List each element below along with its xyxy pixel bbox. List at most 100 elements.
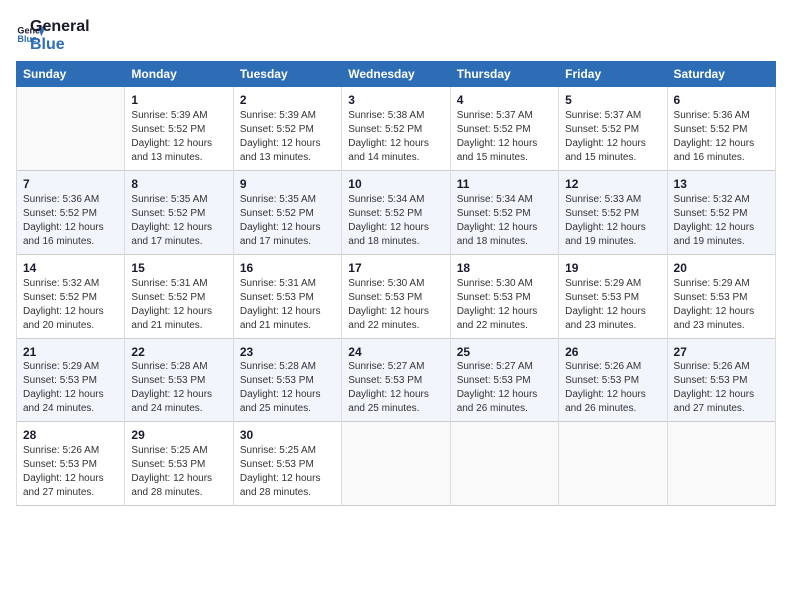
calendar-cell: 7Sunrise: 5:36 AM Sunset: 5:52 PM Daylig… bbox=[17, 170, 125, 254]
calendar-cell bbox=[667, 422, 775, 506]
col-header-wednesday: Wednesday bbox=[342, 62, 450, 87]
day-info: Sunrise: 5:33 AM Sunset: 5:52 PM Dayligh… bbox=[565, 193, 660, 249]
day-number: 9 bbox=[240, 176, 335, 193]
day-number: 14 bbox=[23, 260, 118, 277]
calendar-cell: 1Sunrise: 5:39 AM Sunset: 5:52 PM Daylig… bbox=[125, 87, 233, 171]
calendar-cell: 24Sunrise: 5:27 AM Sunset: 5:53 PM Dayli… bbox=[342, 338, 450, 422]
calendar-table: SundayMondayTuesdayWednesdayThursdayFrid… bbox=[16, 61, 776, 506]
calendar-cell: 17Sunrise: 5:30 AM Sunset: 5:53 PM Dayli… bbox=[342, 254, 450, 338]
calendar-cell: 2Sunrise: 5:39 AM Sunset: 5:52 PM Daylig… bbox=[233, 87, 341, 171]
col-header-thursday: Thursday bbox=[450, 62, 558, 87]
calendar-cell: 30Sunrise: 5:25 AM Sunset: 5:53 PM Dayli… bbox=[233, 422, 341, 506]
calendar-cell: 10Sunrise: 5:34 AM Sunset: 5:52 PM Dayli… bbox=[342, 170, 450, 254]
day-number: 17 bbox=[348, 260, 443, 277]
day-info: Sunrise: 5:39 AM Sunset: 5:52 PM Dayligh… bbox=[131, 109, 226, 165]
day-info: Sunrise: 5:28 AM Sunset: 5:53 PM Dayligh… bbox=[240, 360, 335, 416]
calendar-week-row: 21Sunrise: 5:29 AM Sunset: 5:53 PM Dayli… bbox=[17, 338, 776, 422]
calendar-cell: 11Sunrise: 5:34 AM Sunset: 5:52 PM Dayli… bbox=[450, 170, 558, 254]
day-info: Sunrise: 5:32 AM Sunset: 5:52 PM Dayligh… bbox=[23, 277, 118, 333]
day-number: 4 bbox=[457, 92, 552, 109]
day-info: Sunrise: 5:34 AM Sunset: 5:52 PM Dayligh… bbox=[348, 193, 443, 249]
page-header: General Blue General Blue bbox=[16, 16, 776, 53]
calendar-week-row: 14Sunrise: 5:32 AM Sunset: 5:52 PM Dayli… bbox=[17, 254, 776, 338]
day-number: 25 bbox=[457, 344, 552, 361]
day-number: 19 bbox=[565, 260, 660, 277]
day-number: 15 bbox=[131, 260, 226, 277]
logo: General Blue General Blue bbox=[16, 16, 90, 53]
calendar-cell: 25Sunrise: 5:27 AM Sunset: 5:53 PM Dayli… bbox=[450, 338, 558, 422]
calendar-week-row: 1Sunrise: 5:39 AM Sunset: 5:52 PM Daylig… bbox=[17, 87, 776, 171]
day-info: Sunrise: 5:34 AM Sunset: 5:52 PM Dayligh… bbox=[457, 193, 552, 249]
day-info: Sunrise: 5:35 AM Sunset: 5:52 PM Dayligh… bbox=[131, 193, 226, 249]
calendar-cell bbox=[17, 87, 125, 171]
day-number: 7 bbox=[23, 176, 118, 193]
day-number: 6 bbox=[674, 92, 769, 109]
logo-text-blue: Blue bbox=[30, 36, 90, 54]
day-info: Sunrise: 5:26 AM Sunset: 5:53 PM Dayligh… bbox=[674, 360, 769, 416]
calendar-week-row: 28Sunrise: 5:26 AM Sunset: 5:53 PM Dayli… bbox=[17, 422, 776, 506]
day-number: 16 bbox=[240, 260, 335, 277]
calendar-cell: 13Sunrise: 5:32 AM Sunset: 5:52 PM Dayli… bbox=[667, 170, 775, 254]
day-number: 12 bbox=[565, 176, 660, 193]
day-number: 22 bbox=[131, 344, 226, 361]
calendar-cell: 12Sunrise: 5:33 AM Sunset: 5:52 PM Dayli… bbox=[559, 170, 667, 254]
day-info: Sunrise: 5:30 AM Sunset: 5:53 PM Dayligh… bbox=[457, 277, 552, 333]
calendar-cell bbox=[559, 422, 667, 506]
day-number: 13 bbox=[674, 176, 769, 193]
day-number: 28 bbox=[23, 427, 118, 444]
day-info: Sunrise: 5:29 AM Sunset: 5:53 PM Dayligh… bbox=[565, 277, 660, 333]
calendar-cell: 3Sunrise: 5:38 AM Sunset: 5:52 PM Daylig… bbox=[342, 87, 450, 171]
logo-text-general: General bbox=[30, 18, 90, 36]
col-header-monday: Monday bbox=[125, 62, 233, 87]
day-number: 3 bbox=[348, 92, 443, 109]
calendar-cell: 15Sunrise: 5:31 AM Sunset: 5:52 PM Dayli… bbox=[125, 254, 233, 338]
day-info: Sunrise: 5:39 AM Sunset: 5:52 PM Dayligh… bbox=[240, 109, 335, 165]
day-info: Sunrise: 5:26 AM Sunset: 5:53 PM Dayligh… bbox=[23, 444, 118, 500]
calendar-week-row: 7Sunrise: 5:36 AM Sunset: 5:52 PM Daylig… bbox=[17, 170, 776, 254]
day-info: Sunrise: 5:27 AM Sunset: 5:53 PM Dayligh… bbox=[457, 360, 552, 416]
day-info: Sunrise: 5:28 AM Sunset: 5:53 PM Dayligh… bbox=[131, 360, 226, 416]
day-number: 23 bbox=[240, 344, 335, 361]
calendar-cell: 28Sunrise: 5:26 AM Sunset: 5:53 PM Dayli… bbox=[17, 422, 125, 506]
calendar-cell: 21Sunrise: 5:29 AM Sunset: 5:53 PM Dayli… bbox=[17, 338, 125, 422]
col-header-tuesday: Tuesday bbox=[233, 62, 341, 87]
day-number: 18 bbox=[457, 260, 552, 277]
day-info: Sunrise: 5:29 AM Sunset: 5:53 PM Dayligh… bbox=[674, 277, 769, 333]
day-number: 8 bbox=[131, 176, 226, 193]
col-header-friday: Friday bbox=[559, 62, 667, 87]
day-info: Sunrise: 5:36 AM Sunset: 5:52 PM Dayligh… bbox=[23, 193, 118, 249]
day-info: Sunrise: 5:35 AM Sunset: 5:52 PM Dayligh… bbox=[240, 193, 335, 249]
calendar-cell: 4Sunrise: 5:37 AM Sunset: 5:52 PM Daylig… bbox=[450, 87, 558, 171]
calendar-cell bbox=[450, 422, 558, 506]
calendar-cell: 9Sunrise: 5:35 AM Sunset: 5:52 PM Daylig… bbox=[233, 170, 341, 254]
day-info: Sunrise: 5:30 AM Sunset: 5:53 PM Dayligh… bbox=[348, 277, 443, 333]
day-number: 21 bbox=[23, 344, 118, 361]
calendar-cell: 26Sunrise: 5:26 AM Sunset: 5:53 PM Dayli… bbox=[559, 338, 667, 422]
calendar-cell: 19Sunrise: 5:29 AM Sunset: 5:53 PM Dayli… bbox=[559, 254, 667, 338]
day-number: 1 bbox=[131, 92, 226, 109]
calendar-header-row: SundayMondayTuesdayWednesdayThursdayFrid… bbox=[17, 62, 776, 87]
col-header-saturday: Saturday bbox=[667, 62, 775, 87]
day-number: 29 bbox=[131, 427, 226, 444]
calendar-cell: 6Sunrise: 5:36 AM Sunset: 5:52 PM Daylig… bbox=[667, 87, 775, 171]
calendar-cell: 16Sunrise: 5:31 AM Sunset: 5:53 PM Dayli… bbox=[233, 254, 341, 338]
calendar-cell bbox=[342, 422, 450, 506]
day-info: Sunrise: 5:29 AM Sunset: 5:53 PM Dayligh… bbox=[23, 360, 118, 416]
calendar-cell: 23Sunrise: 5:28 AM Sunset: 5:53 PM Dayli… bbox=[233, 338, 341, 422]
day-info: Sunrise: 5:26 AM Sunset: 5:53 PM Dayligh… bbox=[565, 360, 660, 416]
calendar-cell: 22Sunrise: 5:28 AM Sunset: 5:53 PM Dayli… bbox=[125, 338, 233, 422]
col-header-sunday: Sunday bbox=[17, 62, 125, 87]
day-info: Sunrise: 5:25 AM Sunset: 5:53 PM Dayligh… bbox=[131, 444, 226, 500]
day-info: Sunrise: 5:31 AM Sunset: 5:53 PM Dayligh… bbox=[240, 277, 335, 333]
day-info: Sunrise: 5:25 AM Sunset: 5:53 PM Dayligh… bbox=[240, 444, 335, 500]
day-number: 20 bbox=[674, 260, 769, 277]
day-info: Sunrise: 5:36 AM Sunset: 5:52 PM Dayligh… bbox=[674, 109, 769, 165]
day-info: Sunrise: 5:37 AM Sunset: 5:52 PM Dayligh… bbox=[565, 109, 660, 165]
day-number: 10 bbox=[348, 176, 443, 193]
calendar-cell: 5Sunrise: 5:37 AM Sunset: 5:52 PM Daylig… bbox=[559, 87, 667, 171]
calendar-cell: 8Sunrise: 5:35 AM Sunset: 5:52 PM Daylig… bbox=[125, 170, 233, 254]
day-info: Sunrise: 5:38 AM Sunset: 5:52 PM Dayligh… bbox=[348, 109, 443, 165]
day-number: 26 bbox=[565, 344, 660, 361]
day-number: 2 bbox=[240, 92, 335, 109]
day-number: 11 bbox=[457, 176, 552, 193]
